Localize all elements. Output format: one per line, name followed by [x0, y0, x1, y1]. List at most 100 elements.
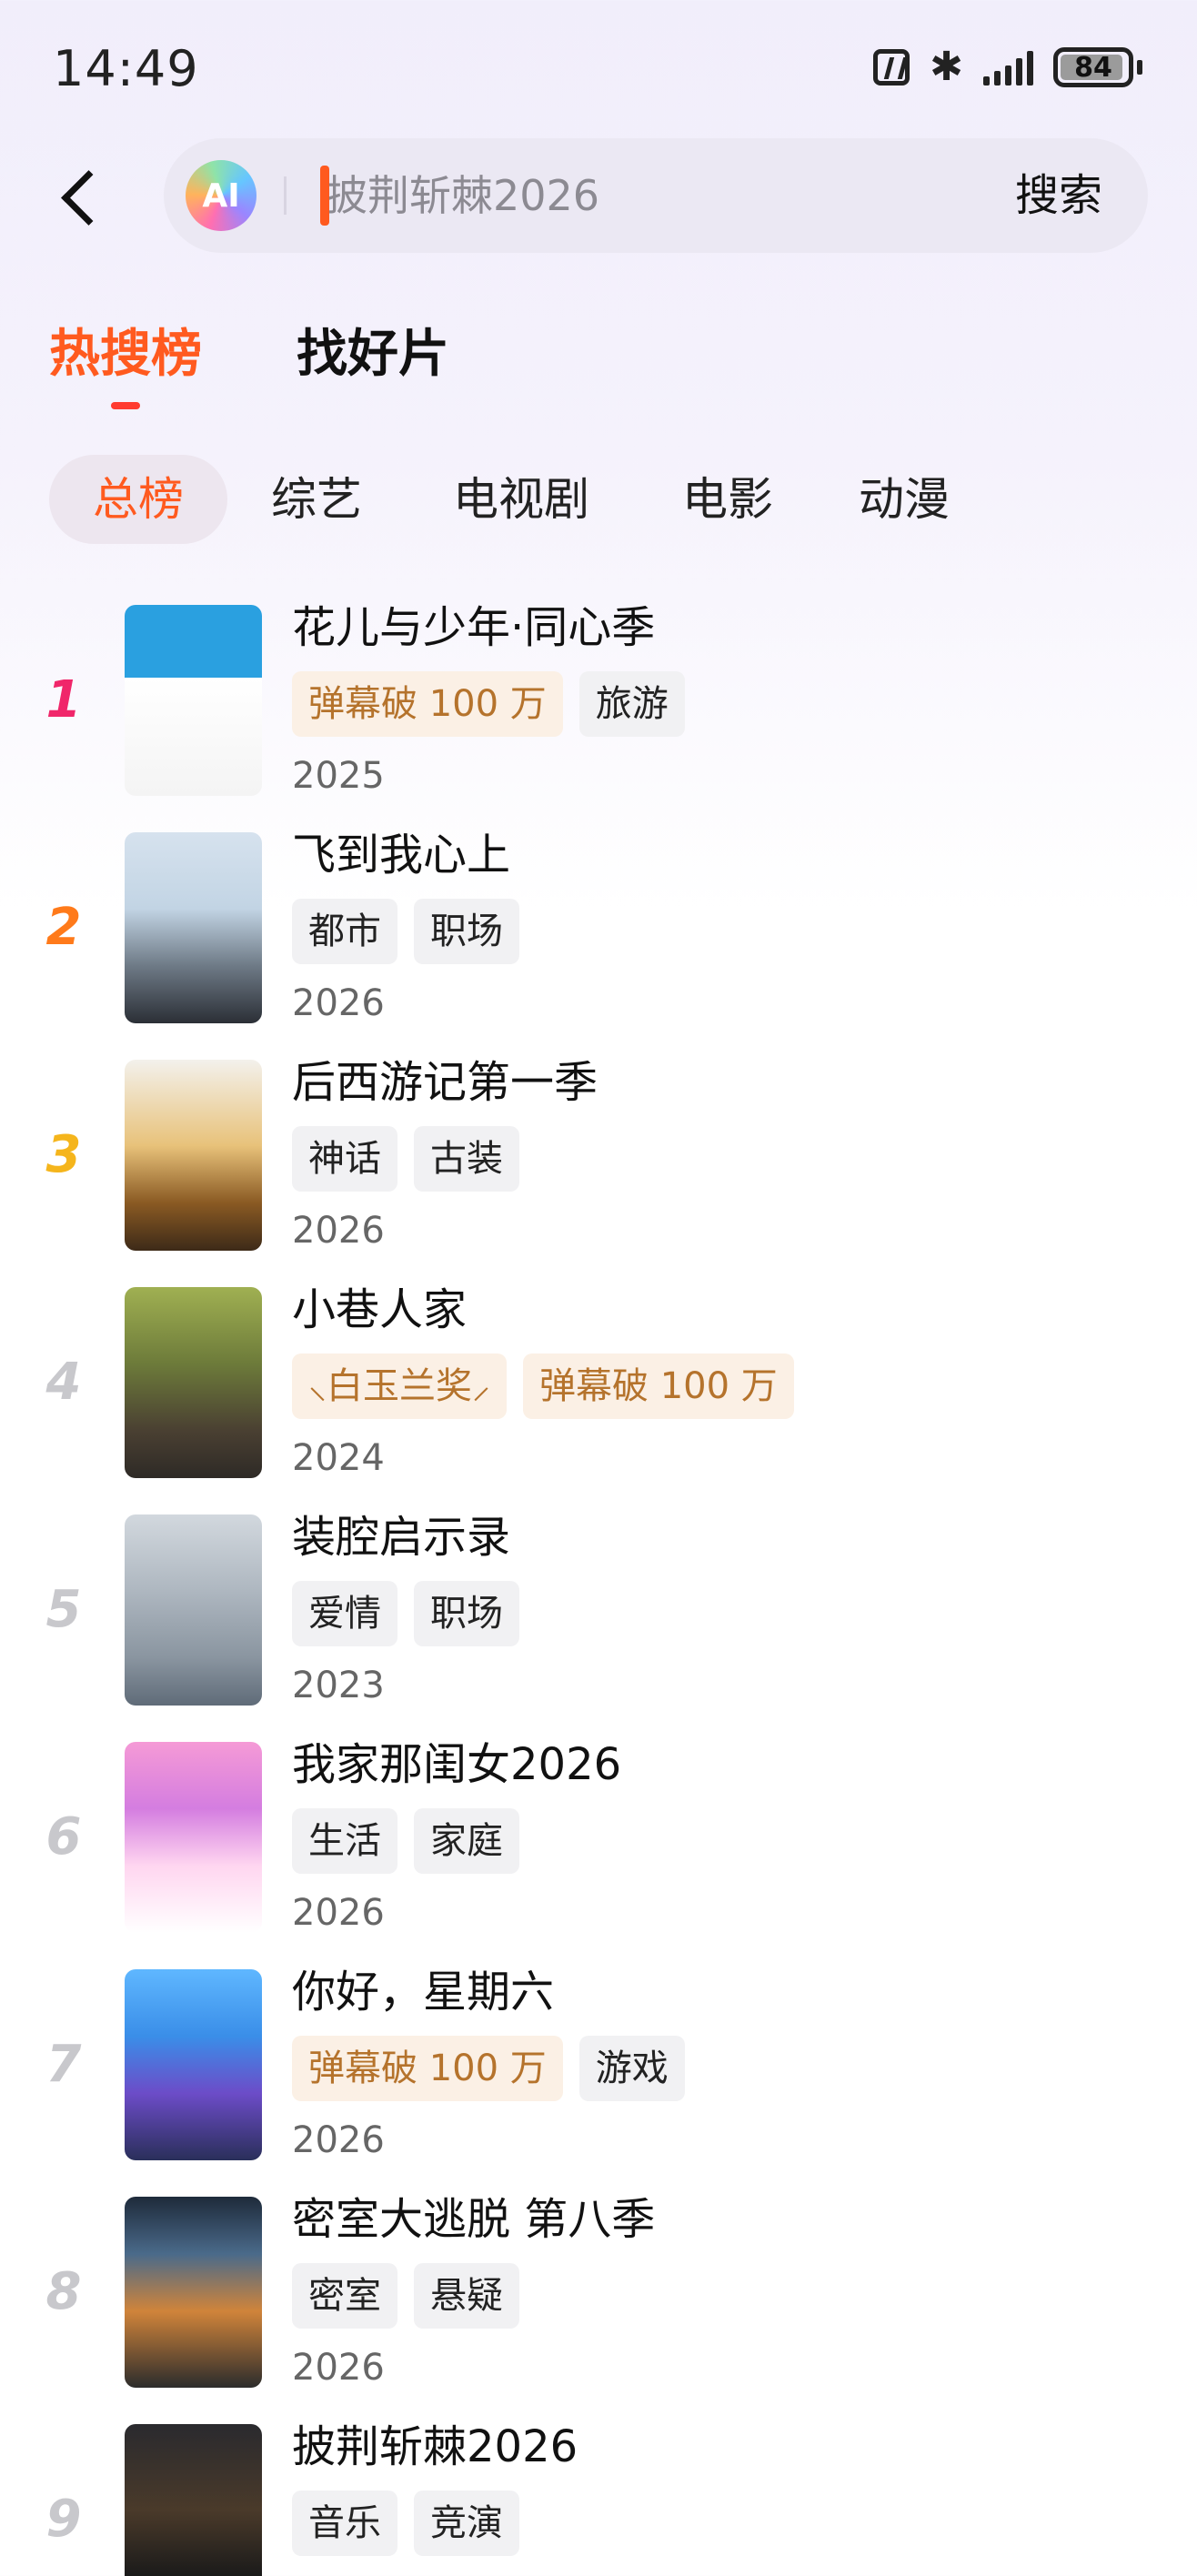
item-year: 2024 — [292, 1437, 385, 1479]
tag: 密室 — [292, 2263, 397, 2329]
list-item[interactable]: 1 花儿与少年·同心季 弹幕破 100 万 旅游 2025 — [0, 600, 1197, 828]
tag-group: ⸜白玉兰奖⸝ 弹幕破 100 万 — [292, 1353, 794, 1419]
tag: 弹幕破 100 万 — [523, 1353, 794, 1419]
tag-label: 白玉兰奖 — [327, 1365, 472, 1407]
tag: 音乐 — [292, 2490, 397, 2556]
rank-number: 3 — [45, 1125, 82, 1184]
poster-thumbnail[interactable] — [125, 605, 262, 796]
item-year: 2026 — [292, 982, 385, 1024]
rank-number: 1 — [45, 670, 82, 730]
poster-thumbnail[interactable] — [125, 1060, 262, 1251]
search-query[interactable]: 披荆斩棘2026 — [326, 166, 599, 226]
poster-thumbnail[interactable] — [125, 832, 262, 1023]
search-divider — [284, 176, 287, 215]
tag: 弹幕破 100 万 — [292, 671, 563, 737]
tab-find-movies[interactable]: 找好片 — [297, 318, 449, 391]
tag: 古装 — [414, 1126, 519, 1192]
rank-number: 9 — [45, 2490, 82, 2549]
item-title: 我家那闺女2026 — [292, 1739, 622, 1790]
item-year: 2023 — [292, 1665, 385, 1706]
poster-thumbnail[interactable] — [125, 1287, 262, 1478]
rank-number: 4 — [45, 1353, 82, 1412]
list-item[interactable]: 9 披荆斩棘2026 音乐 竞演 — [0, 2420, 1197, 2576]
poster-thumbnail[interactable] — [125, 1969, 262, 2160]
search-bar-row: AI 披荆斩棘2026 搜索 — [0, 136, 1197, 255]
search-button[interactable]: 搜索 — [1015, 166, 1102, 226]
tag-group: 弹幕破 100 万 旅游 — [292, 671, 685, 737]
tab-bar: 热搜榜 找好片 — [0, 318, 1197, 418]
ai-assistant-icon[interactable]: AI — [186, 160, 256, 231]
battery-level: 84 — [1074, 51, 1112, 84]
bluetooth-icon: ✱ — [930, 44, 963, 90]
laurel-right-icon: ⸝ — [472, 1365, 490, 1407]
item-title: 密室大逃脱 第八季 — [292, 2194, 656, 2245]
rank-number: 8 — [45, 2262, 82, 2321]
rank-number: 2 — [45, 898, 82, 957]
laurel-left-icon: ⸜ — [308, 1365, 327, 1407]
tag-group: 音乐 竞演 — [292, 2490, 519, 2556]
tag: 弹幕破 100 万 — [292, 2036, 563, 2101]
list-item[interactable]: 2 飞到我心上 都市 职场 2026 — [0, 828, 1197, 1055]
category-chip-all[interactable]: 总榜 — [49, 455, 227, 544]
item-title: 披荆斩棘2026 — [292, 2421, 578, 2472]
battery-cap-icon — [1137, 60, 1142, 75]
tab-active-indicator — [111, 402, 140, 409]
category-chip-variety[interactable]: 综艺 — [271, 455, 362, 544]
tag-group: 密室 悬疑 — [292, 2263, 519, 2329]
item-year: 2026 — [292, 1210, 385, 1252]
poster-thumbnail[interactable] — [125, 2197, 262, 2388]
category-filter: 总榜 综艺 电视剧 电影 动漫 — [0, 455, 1197, 546]
tag-group: 神话 古装 — [292, 1126, 519, 1192]
battery-icon: 84 — [1053, 47, 1133, 87]
tag: 职场 — [414, 899, 519, 964]
tag: 职场 — [414, 1581, 519, 1646]
tag: 都市 — [292, 899, 397, 964]
item-year: 2025 — [292, 755, 385, 797]
item-year: 2026 — [292, 2347, 385, 2389]
item-title: 后西游记第一季 — [292, 1057, 598, 1108]
award-tag: ⸜白玉兰奖⸝ — [292, 1353, 507, 1419]
tag: 生活 — [292, 1808, 397, 1874]
item-title: 装腔启示录 — [292, 1512, 511, 1563]
tab-hot-search[interactable]: 热搜榜 — [49, 318, 202, 391]
category-chip-tv[interactable]: 电视剧 — [453, 455, 589, 544]
tag: 游戏 — [578, 2036, 685, 2101]
rank-number: 5 — [45, 1580, 82, 1639]
poster-thumbnail[interactable] — [125, 2424, 262, 2576]
category-chip-anime[interactable]: 动漫 — [859, 455, 950, 544]
tag: 竞演 — [414, 2490, 519, 2556]
item-year: 2026 — [292, 2119, 385, 2161]
nfc-icon — [873, 49, 910, 86]
item-title: 飞到我心上 — [292, 830, 511, 880]
list-item[interactable]: 6 我家那闺女2026 生活 家庭 2026 — [0, 1737, 1197, 1965]
tag: 旅游 — [578, 671, 685, 737]
list-item[interactable]: 3 后西游记第一季 神话 古装 2026 — [0, 1055, 1197, 1283]
tag-group: 生活 家庭 — [292, 1808, 519, 1874]
list-item[interactable]: 7 你好，星期六 弹幕破 100 万 游戏 2026 — [0, 1965, 1197, 2192]
list-item[interactable]: 5 装腔启示录 爱情 职场 2023 — [0, 1510, 1197, 1737]
tag: 家庭 — [414, 1808, 519, 1874]
rank-number: 7 — [45, 2035, 82, 2094]
status-bar: 14:49 ✱ 84 — [0, 0, 1197, 136]
tag-group: 爱情 职场 — [292, 1581, 519, 1646]
item-title: 你好，星期六 — [292, 1967, 555, 2018]
item-title: 花儿与少年·同心季 — [292, 602, 656, 653]
list-item[interactable]: 8 密室大逃脱 第八季 密室 悬疑 2026 — [0, 2192, 1197, 2420]
list-item[interactable]: 4 小巷人家 ⸜白玉兰奖⸝ 弹幕破 100 万 2024 — [0, 1283, 1197, 1510]
item-title: 小巷人家 — [292, 1284, 468, 1335]
signal-icon — [983, 49, 1033, 86]
text-cursor — [320, 166, 329, 226]
ai-label: AI — [202, 176, 240, 215]
poster-thumbnail[interactable] — [125, 1514, 262, 1706]
search-input[interactable]: AI 披荆斩棘2026 搜索 — [164, 138, 1148, 253]
tag: 神话 — [292, 1126, 397, 1192]
clock: 14:49 — [53, 40, 199, 97]
back-icon[interactable] — [56, 169, 96, 224]
tag-group: 都市 职场 — [292, 899, 519, 964]
poster-thumbnail[interactable] — [125, 1742, 262, 1933]
tag: 悬疑 — [414, 2263, 519, 2329]
rank-number: 6 — [45, 1807, 82, 1867]
category-chip-movie[interactable]: 电影 — [682, 455, 773, 544]
status-icons: ✱ 84 — [873, 47, 1142, 87]
item-year: 2026 — [292, 1892, 385, 1934]
